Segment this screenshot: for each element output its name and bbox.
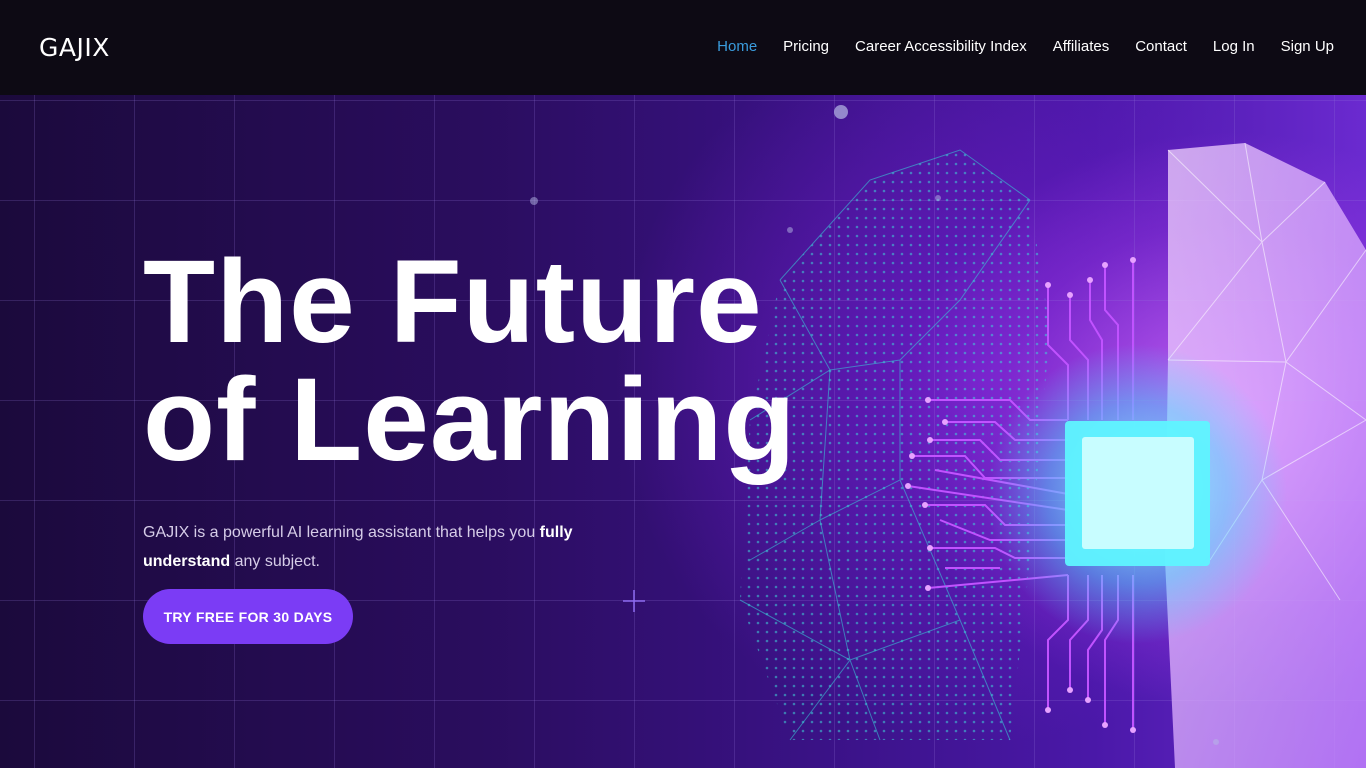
try-free-button[interactable]: TRY FREE FOR 30 DAYS [143, 589, 353, 644]
nav-affiliates[interactable]: Affiliates [1053, 38, 1109, 55]
top-navbar: GAJIX Home Pricing Career Accessibility … [0, 0, 1366, 95]
hero-tagline: GAJIX is a powerful AI learning assistan… [143, 518, 613, 576]
headline-line-1: The Future [143, 236, 763, 368]
main-nav: Home Pricing Career Accessibility Index … [717, 38, 1334, 55]
site-logo[interactable]: GAJIX [39, 33, 110, 62]
nav-career-accessibility-index[interactable]: Career Accessibility Index [855, 38, 1027, 55]
tagline-text: GAJIX is a powerful AI learning assistan… [143, 524, 540, 541]
nav-sign-up[interactable]: Sign Up [1281, 38, 1334, 55]
plus-marker [623, 590, 645, 612]
headline-line-2: of Learning [143, 354, 797, 486]
nav-home[interactable]: Home [717, 38, 757, 55]
tagline-text-end: any subject. [230, 553, 320, 570]
nav-contact[interactable]: Contact [1135, 38, 1187, 55]
nav-log-in[interactable]: Log In [1213, 38, 1255, 55]
hero-headline: The Future of Learning [143, 243, 796, 479]
nav-pricing[interactable]: Pricing [783, 38, 829, 55]
chip-glow [987, 344, 1287, 644]
